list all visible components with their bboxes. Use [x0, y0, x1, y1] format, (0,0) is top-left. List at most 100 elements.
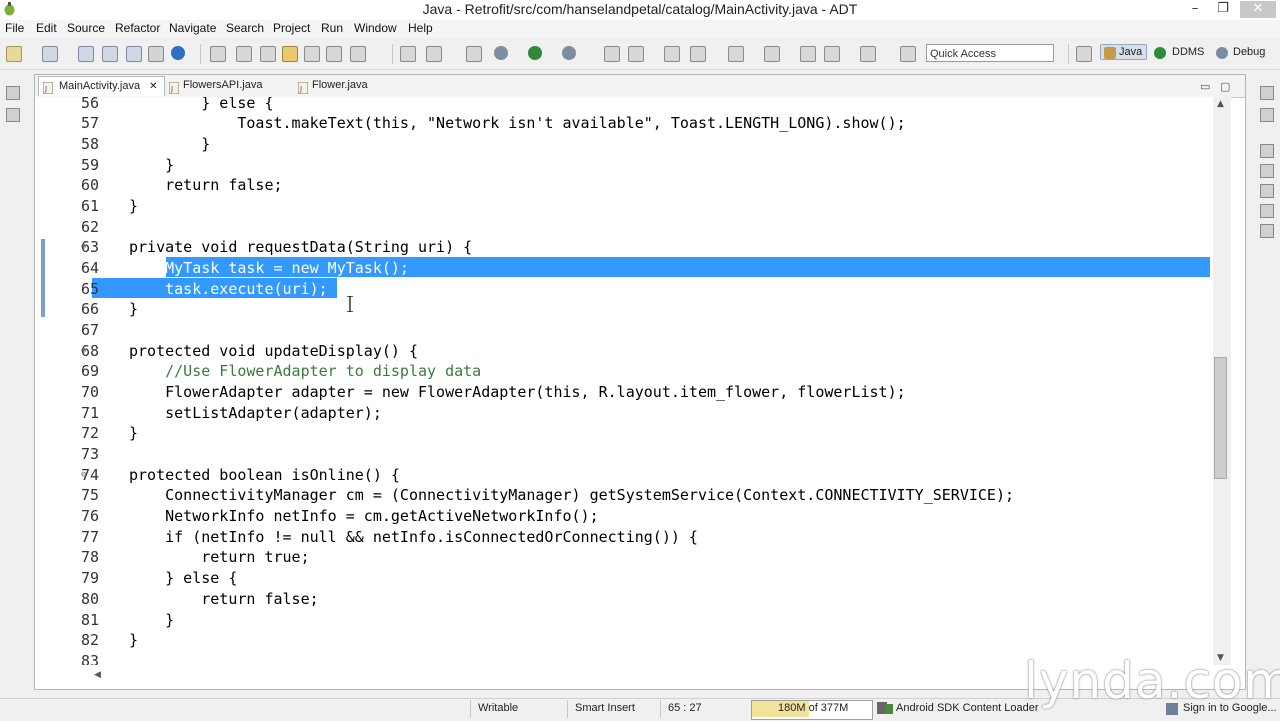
- new-java-project-icon[interactable]: [604, 46, 620, 62]
- minimize-editor-icon[interactable]: ▭: [1200, 80, 1210, 93]
- code-editor[interactable]: 56 } else { 57 Toast.makeText(this, "Net…: [35, 97, 1213, 665]
- outline-icon[interactable]: [1260, 108, 1274, 122]
- pin-editor-icon[interactable]: [900, 46, 916, 62]
- scroll-up-icon[interactable]: ▲: [1217, 99, 1224, 109]
- build-icon[interactable]: [148, 46, 164, 62]
- code-line: }: [129, 611, 175, 629]
- minimize-button[interactable]: –: [1180, 1, 1210, 18]
- whitespace-icon[interactable]: [350, 46, 366, 62]
- restore-view-icon[interactable]: [6, 86, 20, 100]
- progress-icon: [885, 704, 893, 714]
- menu-source[interactable]: Source: [67, 21, 105, 35]
- tab-close-icon[interactable]: ✕: [149, 81, 157, 92]
- lint-icon[interactable]: [236, 46, 252, 62]
- save-icon[interactable]: [78, 46, 94, 62]
- menu-refactor[interactable]: Refactor: [115, 21, 160, 35]
- print-icon[interactable]: [102, 46, 118, 62]
- prev-annotation-icon[interactable]: [764, 46, 780, 62]
- scroll-left-icon[interactable]: ◀: [94, 670, 101, 680]
- code-line: setListAdapter(adapter);: [129, 404, 382, 422]
- code-line-selected: MyTask task = new MyTask();: [129, 259, 409, 277]
- open-type-icon[interactable]: [664, 46, 680, 62]
- code-line: Toast.makeText(this, "Network isn't avai…: [129, 114, 906, 132]
- debug-icon[interactable]: [494, 46, 508, 60]
- line-number: 66: [80, 300, 99, 318]
- restore-console-icon[interactable]: [1260, 144, 1274, 158]
- toolbar-separator: [392, 44, 393, 64]
- code-line: } else {: [129, 97, 274, 112]
- line-number: 72: [80, 424, 99, 442]
- menu-run[interactable]: Run: [321, 21, 343, 35]
- maximize-editor-icon[interactable]: ▢: [1220, 80, 1230, 93]
- toolbar-separator: [1068, 44, 1069, 64]
- code-line: }: [129, 197, 139, 215]
- code-line: }: [129, 135, 211, 153]
- android-sdk-icon[interactable]: [171, 46, 185, 60]
- menu-file[interactable]: File: [5, 21, 24, 35]
- line-number: 82: [80, 631, 99, 649]
- problems-icon[interactable]: [1260, 164, 1274, 178]
- fold-collapse-icon[interactable]: ⊖: [81, 341, 86, 361]
- external-tools-icon[interactable]: [562, 46, 576, 60]
- line-number: 60: [80, 176, 99, 194]
- highlight-icon[interactable]: [282, 46, 298, 62]
- next-annotation-icon[interactable]: [728, 46, 744, 62]
- line-number: 70: [80, 383, 99, 401]
- line-number: 68: [80, 342, 99, 360]
- java-file-icon: J: [298, 82, 308, 94]
- maximize-button[interactable]: ❐: [1208, 1, 1238, 18]
- properties-icon[interactable]: [126, 46, 142, 62]
- vertical-scroll-thumb[interactable]: [1214, 357, 1227, 479]
- close-button[interactable]: ✕: [1240, 1, 1276, 18]
- code-line: ConnectivityManager cm = (ConnectivityMa…: [129, 486, 1015, 504]
- declaration-icon[interactable]: [1260, 204, 1274, 218]
- check-icon[interactable]: [426, 46, 442, 62]
- open-perspective-icon[interactable]: [1076, 46, 1092, 62]
- tab-mainactivity[interactable]: MainActivity.java ✕: [38, 76, 165, 96]
- export-icon[interactable]: [210, 46, 226, 62]
- javadoc-icon[interactable]: [1260, 184, 1274, 198]
- menu-navigate[interactable]: Navigate: [169, 21, 216, 35]
- forward-icon[interactable]: [824, 46, 840, 62]
- back-icon[interactable]: [800, 46, 816, 62]
- line-number: 69: [80, 362, 99, 380]
- new-class-icon[interactable]: [628, 46, 644, 62]
- console-icon[interactable]: [1260, 224, 1274, 238]
- heap-status-label: 180M of 377M: [778, 702, 849, 714]
- perspective-ddms[interactable]: DDMS: [1172, 46, 1204, 58]
- window-title: Java - Retrofit/src/com/hanselandpetal/c…: [422, 1, 858, 17]
- run-icon[interactable]: [528, 46, 542, 60]
- menu-help[interactable]: Help: [408, 21, 433, 35]
- perspective-debug[interactable]: Debug: [1233, 46, 1265, 58]
- line-number: 59: [80, 156, 99, 174]
- line-number: 81: [80, 611, 99, 629]
- status-background-task[interactable]: Android SDK Content Loader: [896, 702, 1038, 714]
- skip-breakpoints-icon[interactable]: [400, 46, 416, 62]
- open-task-icon[interactable]: [690, 46, 706, 62]
- svg-text:J: J: [170, 85, 173, 93]
- save-all-icon[interactable]: [42, 46, 58, 62]
- menu-window[interactable]: Window: [354, 21, 397, 35]
- search-toolbar-icon[interactable]: [260, 46, 276, 62]
- last-edit-icon[interactable]: [860, 46, 876, 62]
- block-select-icon[interactable]: [326, 46, 342, 62]
- new-icon[interactable]: [6, 46, 22, 62]
- ddms-icon: [1154, 47, 1166, 59]
- fold-collapse-icon[interactable]: ⊖: [81, 237, 86, 257]
- line-number: 58: [80, 135, 99, 153]
- menu-search[interactable]: Search: [226, 21, 264, 35]
- layout-icon[interactable]: [466, 46, 482, 62]
- svg-text:J: J: [44, 85, 47, 93]
- toggle-mark-icon[interactable]: [304, 46, 320, 62]
- package-explorer-icon[interactable]: [6, 108, 20, 122]
- quick-access-input[interactable]: Quick Access: [926, 44, 1054, 62]
- code-line-selected: task.execute(uri);: [129, 280, 328, 298]
- menu-project[interactable]: Project: [273, 21, 310, 35]
- menu-edit[interactable]: Edit: [36, 21, 57, 35]
- lynda-watermark: lynda.com: [1024, 652, 1280, 710]
- fold-collapse-icon[interactable]: ⊖: [81, 465, 86, 485]
- tab-flower[interactable]: Flower.java: [312, 79, 368, 91]
- window-title-bar: Java - Retrofit/src/com/hanselandpetal/c…: [0, 0, 1280, 21]
- tab-flowersapi[interactable]: FlowersAPI.java: [183, 79, 262, 91]
- restore-outline-icon[interactable]: [1260, 86, 1274, 100]
